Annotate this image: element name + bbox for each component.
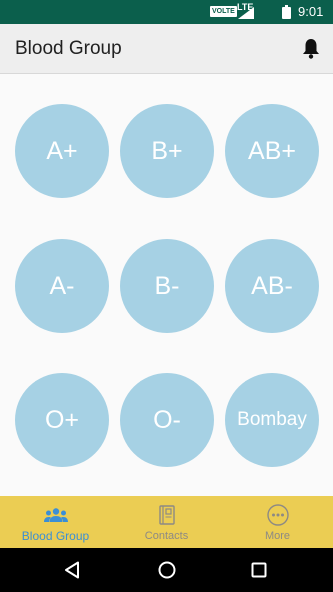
blood-group-a-negative[interactable]: A- — [15, 239, 109, 333]
recents-icon[interactable] — [251, 562, 267, 578]
page-title: Blood Group — [15, 38, 122, 59]
blood-group-o-positive[interactable]: O+ — [15, 373, 109, 467]
more-icon — [266, 504, 289, 526]
signal-icon — [238, 7, 254, 19]
blood-group-b-positive[interactable]: B+ — [120, 104, 214, 198]
tab-contacts[interactable]: Contacts — [111, 496, 222, 548]
battery-icon — [282, 5, 291, 19]
blood-group-bombay[interactable]: Bombay — [225, 373, 319, 467]
blood-group-ab-negative[interactable]: AB- — [225, 239, 319, 333]
home-icon[interactable] — [157, 560, 177, 580]
tab-contacts-label: Contacts — [144, 530, 189, 542]
tab-more-label: More — [264, 530, 291, 542]
blood-group-o-negative[interactable]: O- — [120, 373, 214, 467]
tab-blood-group[interactable]: Blood Group — [0, 496, 111, 548]
contacts-book-icon — [158, 504, 175, 526]
blood-group-grid: A+ B+ AB+ A- B- AB- O+ O- Bombay — [0, 75, 333, 496]
back-icon[interactable] — [64, 561, 80, 579]
clock: 9:01 — [298, 4, 324, 19]
blood-group-b-negative[interactable]: B- — [120, 239, 214, 333]
status-bar: VOLTE LTE 9:01 — [0, 0, 333, 24]
system-navigation-bar — [0, 548, 333, 592]
bell-icon[interactable] — [301, 38, 321, 59]
tab-more[interactable]: More — [222, 496, 333, 548]
app-bar: Blood Group — [0, 24, 333, 74]
people-icon — [43, 504, 68, 526]
blood-group-ab-positive[interactable]: AB+ — [225, 104, 319, 198]
volte-badge: VOLTE — [210, 6, 237, 17]
tab-blood-group-label: Blood Group — [21, 529, 90, 543]
bottom-navigation: Blood Group Contacts More — [0, 496, 333, 548]
blood-group-a-positive[interactable]: A+ — [15, 104, 109, 198]
